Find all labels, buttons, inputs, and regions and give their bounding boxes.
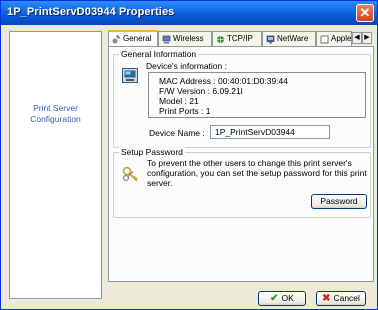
chevron-left-icon: ◀ bbox=[354, 34, 360, 41]
close-icon: ✕ bbox=[359, 5, 371, 20]
setup-password-desc-line3: server. bbox=[147, 178, 173, 188]
keys-icon bbox=[122, 166, 138, 182]
ok-button[interactable]: ✔ OK bbox=[258, 291, 306, 306]
fw-version-text: F/W Version : 6.09.21l bbox=[159, 86, 243, 96]
cancel-label: Cancel bbox=[333, 293, 360, 303]
tab-tcpip-label: TCP/IP bbox=[227, 34, 253, 43]
setup-password-desc-line2: configuration, you can set the setup pas… bbox=[147, 168, 367, 178]
ok-label: OK bbox=[281, 293, 294, 303]
setup-password-desc-line1: To prevent the other users to change thi… bbox=[147, 158, 352, 168]
left-panel-label-line2: Configuration bbox=[30, 114, 81, 124]
password-button[interactable]: Password bbox=[311, 194, 367, 209]
tab-content-general: General Information Device's information… bbox=[108, 46, 374, 282]
tab-general[interactable]: General bbox=[108, 30, 158, 47]
netware-icon bbox=[266, 35, 275, 44]
mac-address-text: MAC Address : 00:40:01:D0:39:44 bbox=[159, 76, 288, 86]
left-panel-label[interactable]: Print Server Configuration bbox=[10, 103, 101, 125]
tab-netware-label: NetWare bbox=[277, 34, 309, 43]
left-panel: Print Server Configuration bbox=[9, 31, 102, 299]
window-title: 1P_PrintServD03944 Properties bbox=[7, 6, 175, 18]
properties-dialog: 1P_PrintServD03944 Properties ✕ Print Se… bbox=[0, 0, 378, 310]
setup-password-title: Setup Password bbox=[119, 147, 185, 157]
tab-wireless-label: Wireless bbox=[173, 34, 204, 43]
general-information-title: General Information bbox=[119, 49, 199, 59]
cancel-x-icon: ✖ bbox=[322, 293, 331, 304]
setup-password-group: Setup Password To prevent the other user… bbox=[113, 147, 371, 218]
devices-info-label: Device's information : bbox=[146, 61, 227, 71]
tab-netware[interactable]: NetWare bbox=[262, 31, 316, 46]
device-info-box: MAC Address : 00:40:01:D0:39:44 F/W Vers… bbox=[148, 72, 366, 118]
wrench-gear-icon bbox=[112, 35, 121, 44]
setup-password-description: To prevent the other users to change thi… bbox=[147, 158, 367, 188]
left-panel-label-line1: Print Server bbox=[33, 103, 78, 113]
network-icon bbox=[217, 36, 224, 43]
general-information-group: General Information Device's information… bbox=[113, 49, 371, 148]
wireless-icon bbox=[162, 35, 171, 44]
chevron-right-icon: ▶ bbox=[364, 34, 370, 41]
device-info-icon bbox=[122, 68, 138, 83]
model-text: Model : 21 bbox=[159, 96, 199, 106]
tab-wireless[interactable]: Wireless bbox=[158, 31, 212, 46]
close-button[interactable]: ✕ bbox=[356, 4, 374, 22]
tab-apple[interactable]: Apple bbox=[316, 31, 352, 46]
tab-tcpip[interactable]: TCP/IP bbox=[212, 31, 262, 46]
apple-icon bbox=[320, 35, 329, 44]
print-ports-text: Print Ports : 1 bbox=[159, 106, 211, 116]
device-name-input[interactable]: 1P_PrintServD03944 bbox=[210, 125, 330, 139]
tab-scroll-right-button[interactable]: ▶ bbox=[362, 32, 372, 44]
checkmark-icon: ✔ bbox=[270, 293, 279, 304]
tab-apple-label: Apple bbox=[331, 34, 352, 43]
device-name-label: Device Name : bbox=[149, 128, 205, 138]
tab-strip: General Wireless TCP/IP NetWare Apple ◀ … bbox=[108, 30, 372, 47]
title-bar[interactable]: 1P_PrintServD03944 Properties ✕ bbox=[1, 1, 377, 25]
tab-scroll-left-button[interactable]: ◀ bbox=[352, 32, 362, 44]
cancel-button[interactable]: ✖ Cancel bbox=[316, 291, 366, 306]
tab-general-label: General bbox=[123, 34, 152, 43]
